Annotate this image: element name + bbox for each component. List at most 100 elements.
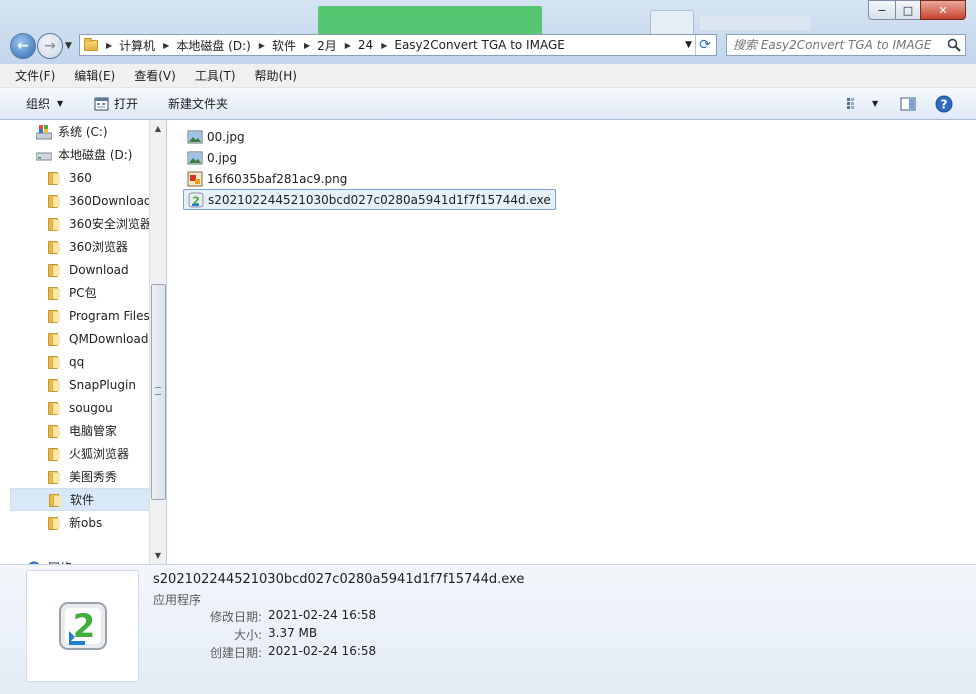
menu-edit[interactable]: 编辑(E) bbox=[71, 67, 118, 84]
close-button[interactable]: ✕ bbox=[920, 0, 966, 20]
search-input[interactable] bbox=[733, 36, 939, 54]
recent-pages-button[interactable]: ▼ bbox=[65, 38, 77, 54]
folder-icon bbox=[47, 354, 63, 370]
help-button[interactable]: ? bbox=[935, 88, 953, 119]
search-box[interactable] bbox=[726, 34, 966, 56]
chevron-right-icon[interactable]: ▶ bbox=[106, 41, 112, 50]
scrollbar-thumb[interactable] bbox=[151, 284, 166, 500]
file-item[interactable]: 0.jpg bbox=[183, 147, 241, 168]
nav-item-label: qq bbox=[69, 354, 85, 369]
menu-file[interactable]: 文件(F) bbox=[12, 67, 58, 84]
search-icon[interactable] bbox=[947, 38, 961, 52]
folder-icon bbox=[47, 285, 63, 301]
folder-icon bbox=[47, 308, 63, 324]
file-name: 0.jpg bbox=[207, 150, 238, 165]
nav-item-folder[interactable]: PC包 bbox=[10, 281, 150, 304]
menu-bar: 文件(F) 编辑(E) 查看(V) 工具(T) 帮助(H) bbox=[0, 64, 976, 88]
nav-item-label: QMDownload bbox=[69, 331, 149, 346]
minimize-button[interactable]: − bbox=[868, 0, 896, 20]
breadcrumb-february[interactable]: 2月 bbox=[317, 37, 337, 54]
chevron-down-icon: ▼ bbox=[57, 99, 64, 108]
image-icon bbox=[187, 130, 203, 143]
menu-help[interactable]: 帮助(H) bbox=[252, 67, 300, 84]
nav-item-folder[interactable]: 新obs bbox=[10, 511, 150, 534]
nav-item-label: Download bbox=[69, 262, 129, 277]
chevron-down-icon[interactable]: ▼ bbox=[872, 99, 878, 108]
folder-icon bbox=[47, 400, 63, 416]
arrow-right-icon: → bbox=[44, 38, 56, 54]
folder-icon bbox=[47, 515, 63, 531]
breadcrumb-computer[interactable]: 计算机 bbox=[119, 37, 155, 54]
nav-item-drive-d[interactable]: 本地磁盘 (D:) bbox=[36, 143, 165, 166]
new-folder-button[interactable]: 新建文件夹 bbox=[168, 88, 228, 119]
nav-item-folder[interactable]: Program Files bbox=[10, 304, 150, 327]
menu-tools[interactable]: 工具(T) bbox=[192, 67, 239, 84]
created-date-value: 2021-02-24 16:58 bbox=[268, 644, 377, 658]
chevron-right-icon[interactable]: ▶ bbox=[345, 41, 351, 50]
scroll-down-arrow[interactable]: ▼ bbox=[150, 547, 166, 564]
nav-item-folder[interactable]: 360浏览器 bbox=[10, 235, 150, 258]
organize-label: 组织 bbox=[26, 97, 51, 111]
breadcrumb: ▶ 计算机 ▶ 本地磁盘 (D:) ▶ 软件 ▶ 2月 ▶ 24 ▶ Easy2… bbox=[84, 35, 565, 55]
created-date-label: 创建日期: bbox=[209, 646, 262, 660]
back-button[interactable]: ← bbox=[10, 33, 36, 59]
nav-item-label: 系统 (C:) bbox=[58, 125, 108, 139]
scroll-up-arrow[interactable]: ▲ bbox=[150, 120, 166, 137]
chevron-right-icon[interactable]: ▶ bbox=[304, 41, 310, 50]
navigation-scrollbar[interactable]: ▲ ▼ bbox=[149, 120, 166, 564]
forward-button[interactable]: → bbox=[37, 33, 63, 59]
file-item[interactable]: 2 s202102244521030bcd027c0280a5941d1f7f15… bbox=[183, 189, 556, 210]
system-drive-icon bbox=[36, 124, 52, 139]
chevron-right-icon[interactable]: ▶ bbox=[163, 41, 169, 50]
grip-icon bbox=[155, 387, 161, 395]
size-label: 大小: bbox=[233, 628, 262, 642]
chevron-right-icon[interactable]: ▶ bbox=[381, 41, 387, 50]
nav-item-folder[interactable]: 软件 bbox=[10, 488, 150, 511]
breadcrumb-current-folder[interactable]: Easy2Convert TGA to IMAGE bbox=[394, 38, 564, 52]
nav-item-folder[interactable]: 美图秀秀 bbox=[10, 465, 150, 488]
breadcrumb-drive-d[interactable]: 本地磁盘 (D:) bbox=[176, 37, 250, 54]
breadcrumb-24[interactable]: 24 bbox=[358, 38, 373, 52]
nav-item-folder[interactable]: 360安全浏览器 bbox=[10, 212, 152, 235]
file-list: 00.jpg 0.jpg 16f6035baf281ac9.png 2 s2021022… bbox=[167, 120, 976, 564]
nav-item-folder[interactable]: 电脑管家 bbox=[10, 419, 150, 442]
breadcrumb-software[interactable]: 软件 bbox=[272, 37, 296, 54]
file-item[interactable]: 16f6035baf281ac9.png bbox=[183, 168, 351, 189]
folder-icon bbox=[47, 377, 63, 393]
nav-item-folder[interactable]: SnapPlugin bbox=[10, 373, 150, 396]
folder-icon bbox=[47, 216, 63, 232]
chevron-right-icon[interactable]: ▶ bbox=[259, 41, 265, 50]
address-bar[interactable]: ▶ 计算机 ▶ 本地磁盘 (D:) ▶ 软件 ▶ 2月 ▶ 24 ▶ Easy2… bbox=[79, 34, 717, 56]
nav-item-label: 360浏览器 bbox=[69, 240, 128, 254]
file-name: 16f6035baf281ac9.png bbox=[207, 171, 348, 186]
folder-icon bbox=[47, 239, 63, 255]
nav-item-drive-c[interactable]: 系统 (C:) bbox=[36, 120, 165, 143]
nav-item-label: sougou bbox=[69, 400, 113, 415]
refresh-button[interactable]: ⟳ bbox=[695, 35, 714, 55]
nav-item-label: 火狐浏览器 bbox=[69, 447, 130, 461]
nav-item-folder[interactable]: 360 bbox=[10, 166, 150, 189]
maximize-button[interactable]: □ bbox=[895, 0, 921, 20]
size-value: 3.37 MB bbox=[268, 626, 318, 640]
preview-pane-button[interactable] bbox=[900, 88, 916, 119]
background-window-fragment bbox=[700, 16, 810, 30]
chevron-down-icon: ▼ bbox=[685, 40, 692, 50]
nav-item-folder[interactable]: Download bbox=[10, 258, 150, 281]
nav-item-folder[interactable]: 火狐浏览器 bbox=[10, 442, 150, 465]
organize-button[interactable]: 组织 ▼ bbox=[26, 88, 63, 119]
nav-item-folder[interactable]: 360Downloads bbox=[10, 189, 158, 212]
menu-view[interactable]: 查看(V) bbox=[131, 67, 179, 84]
folder-icon bbox=[47, 170, 63, 186]
folder-icon bbox=[48, 492, 64, 508]
nav-item-network[interactable]: 网络 bbox=[26, 556, 165, 564]
nav-item-folder[interactable]: qq bbox=[10, 350, 150, 373]
address-dropdown-button[interactable]: ▼ bbox=[685, 35, 692, 55]
file-item[interactable]: 00.jpg bbox=[183, 126, 249, 147]
nav-item-folder[interactable]: sougou bbox=[10, 396, 150, 419]
folder-icon bbox=[47, 446, 63, 462]
open-button[interactable]: 打开 bbox=[94, 88, 138, 119]
nav-item-label: PC包 bbox=[69, 286, 97, 300]
change-view-button[interactable]: ▼ bbox=[846, 88, 878, 119]
details-file-name: s202102244521030bcd027c0280a5941d1f7f157… bbox=[153, 572, 525, 587]
nav-item-folder[interactable]: QMDownload bbox=[10, 327, 150, 350]
